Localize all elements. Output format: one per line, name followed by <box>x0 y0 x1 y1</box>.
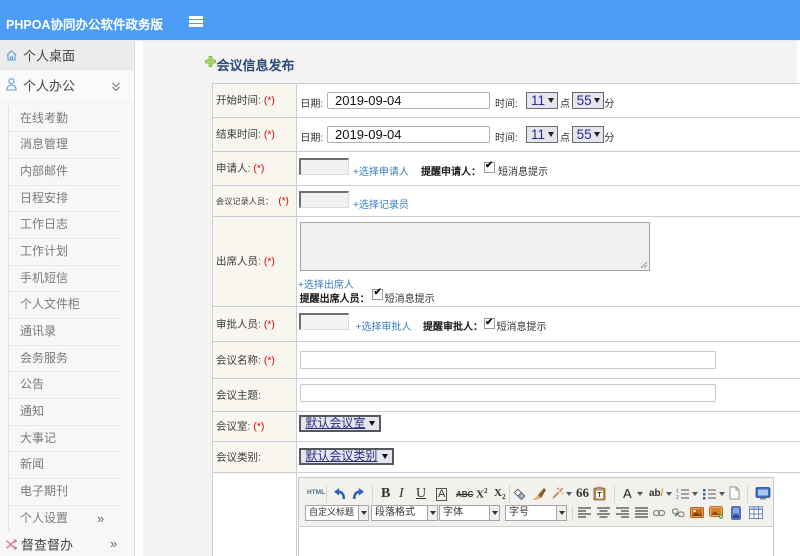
svg-text:1: 1 <box>676 488 679 494</box>
svg-text:2: 2 <box>676 495 679 500</box>
svg-text:T: T <box>597 492 602 499</box>
